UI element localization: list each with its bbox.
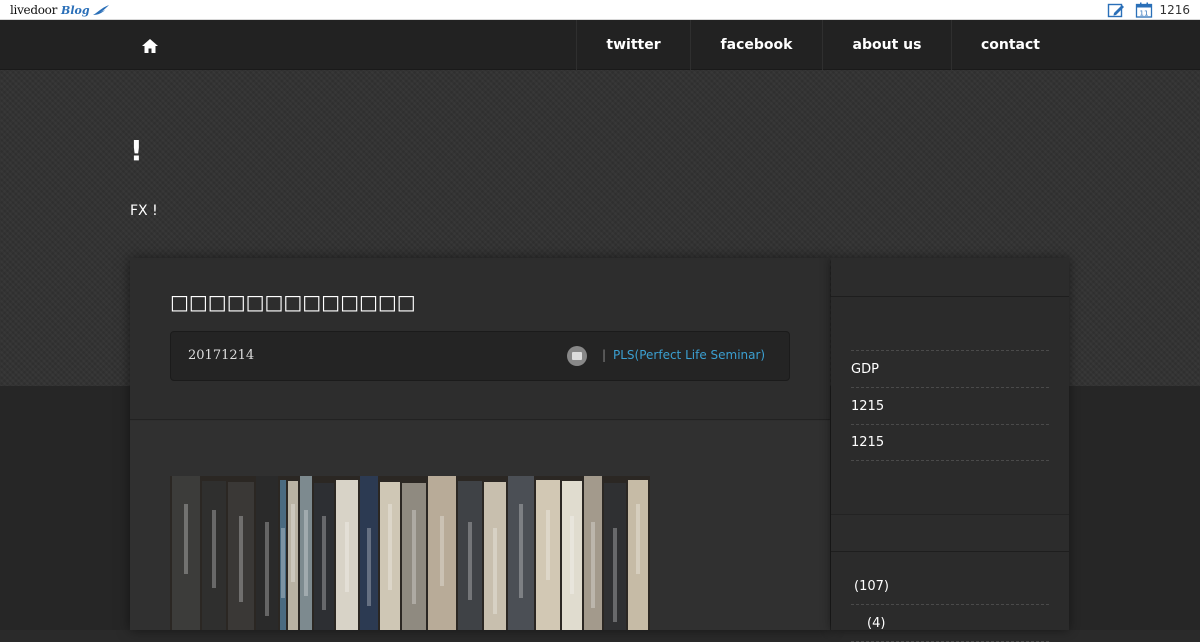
sidebar-heading-recent — [831, 258, 1069, 297]
meta-separator: | — [602, 348, 607, 362]
nav-contact[interactable]: contact — [951, 20, 1069, 70]
post-count: 1216 — [1159, 3, 1190, 17]
category-item[interactable]: (107) — [851, 568, 1049, 605]
nav-facebook[interactable]: facebook — [690, 20, 822, 70]
logo-bird-icon — [92, 5, 109, 15]
nav-about-us[interactable]: about us — [822, 20, 951, 70]
home-icon[interactable] — [141, 38, 159, 54]
article: □□□□□□□□□□□□□ 20171214 | PLS(Perfect Lif… — [130, 258, 830, 630]
edit-icon[interactable] — [1107, 2, 1125, 18]
article-body — [130, 421, 830, 630]
recent-article-item[interactable]: 1215 — [851, 387, 1049, 424]
article-photo-books — [170, 476, 650, 630]
recent-article-item[interactable]: GDP — [851, 350, 1049, 387]
svg-text:11: 11 — [1140, 10, 1149, 18]
article-title[interactable]: □□□□□□□□□□□□□ — [170, 290, 416, 314]
category-item[interactable]: (4) — [851, 605, 1049, 642]
article-date: 20171214 — [188, 348, 255, 363]
sidebar-heading-categories — [831, 514, 1069, 552]
article-category-link[interactable]: PLS(Perfect Life Seminar) — [613, 348, 765, 362]
blog-description: FX ! — [130, 203, 158, 219]
main-nav: twitter facebook about us contact — [0, 20, 1200, 70]
logo-blog: Blog — [61, 3, 90, 17]
article-meta: 20171214 | PLS(Perfect Life Seminar) — [170, 331, 790, 381]
category-list: (107) (4) — [851, 568, 1049, 642]
calendar-icon[interactable]: 11 — [1135, 2, 1153, 18]
folder-icon — [567, 346, 587, 366]
recent-article-item[interactable]: 1215 — [851, 424, 1049, 461]
recent-articles-list: GDP 1215 1215 — [851, 350, 1049, 461]
article-header: □□□□□□□□□□□□□ 20171214 | PLS(Perfect Lif… — [130, 258, 830, 420]
sidebar: GDP 1215 1215 (107) (4) — [831, 258, 1069, 642]
logo-word: livedoor — [10, 3, 58, 17]
livedoor-top-bar: livedoor Blog 11 1216 — [0, 0, 1200, 20]
blog-title[interactable]: ! — [130, 134, 143, 167]
livedoor-blog-logo[interactable]: livedoor Blog — [10, 2, 110, 18]
nav-twitter[interactable]: twitter — [576, 20, 690, 70]
